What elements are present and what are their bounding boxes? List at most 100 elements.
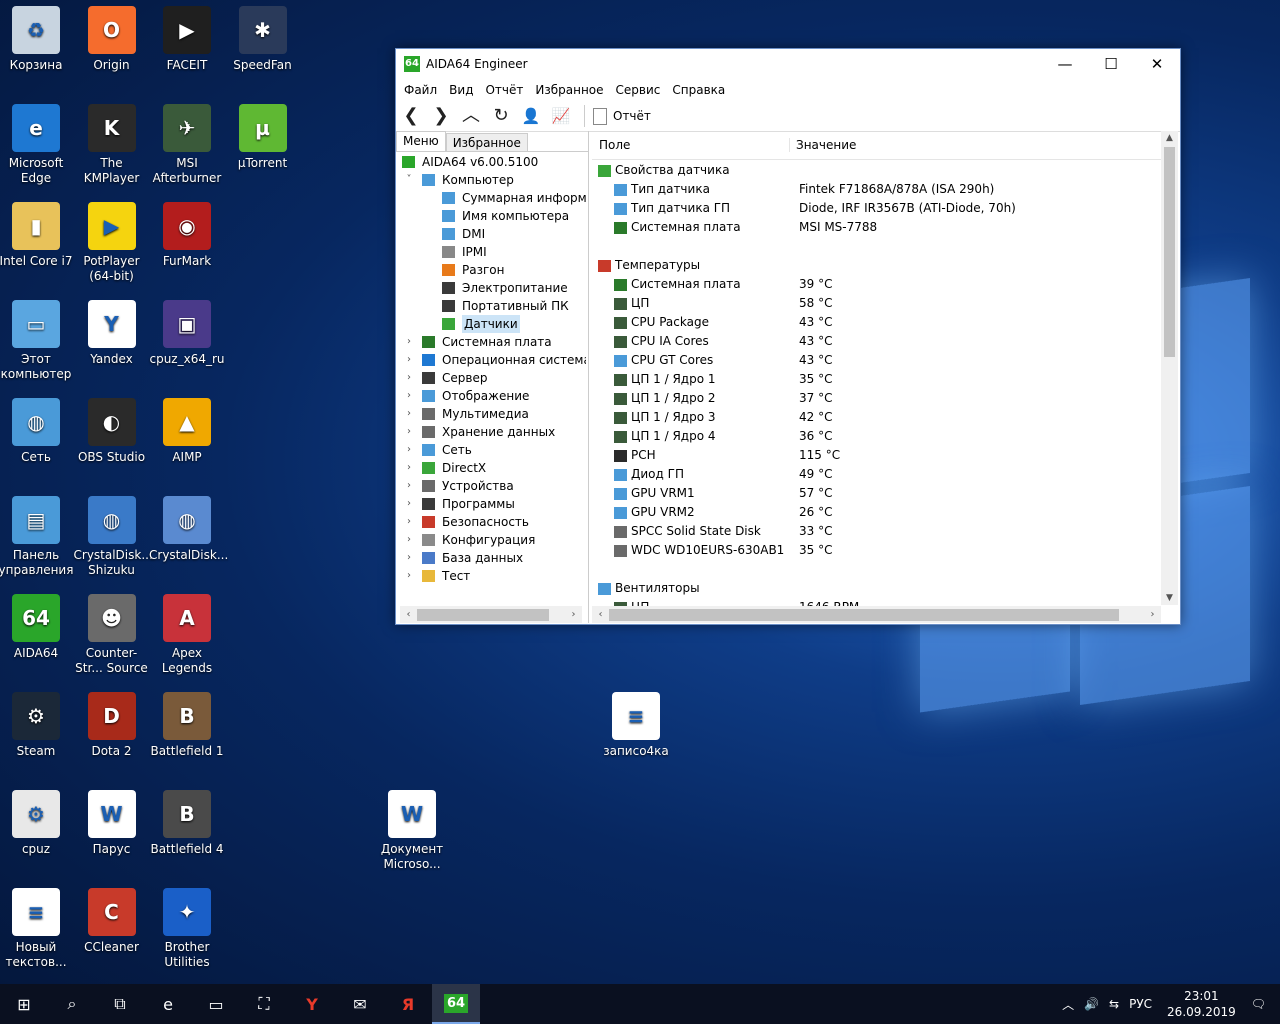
sensor-row[interactable]: GPU VRM1 57 °C	[592, 484, 1162, 503]
desktop-icon[interactable]: ≡ записо4ка	[598, 692, 674, 759]
tree-item[interactable]: IPMI	[396, 243, 586, 261]
scroll-right-icon[interactable]: ›	[1144, 609, 1161, 620]
scroll-thumb[interactable]	[417, 608, 549, 621]
desktop-icon[interactable]: W Документ Microso...	[374, 790, 450, 872]
user-icon[interactable]: 👤	[516, 103, 546, 129]
tree-expander-icon[interactable]: ›	[404, 351, 414, 369]
sensor-row[interactable]: ЦП 1 / Ядро 2 37 °C	[592, 389, 1162, 408]
section-header[interactable]: Температуры	[592, 256, 1162, 275]
desktop-icon[interactable]: C CCleaner	[74, 888, 150, 955]
sensor-row[interactable]: Тип датчика Fintek F71868A/878A (ISA 290h…	[592, 180, 1162, 199]
taskbar-store[interactable]: ⛶	[240, 984, 288, 1024]
scroll-up-icon[interactable]: ▲	[1161, 133, 1178, 143]
desktop-icon[interactable]: K The KMPlayer	[74, 104, 150, 186]
taskbar-yandex-browser[interactable]: Y	[288, 984, 336, 1024]
back-button[interactable]: ❮	[396, 103, 426, 129]
taskbar-aida64[interactable]: 64	[432, 984, 480, 1024]
tree-item[interactable]: DMI	[396, 225, 586, 243]
tree-expander-icon[interactable]: ›	[404, 459, 414, 477]
desktop-icon[interactable]: W Парус	[74, 790, 150, 857]
desktop-icon[interactable]: ☻ Counter-Str... Source	[74, 594, 150, 676]
tree-item[interactable]: Электропитание	[396, 279, 586, 297]
tab-favorites[interactable]: Избранное	[445, 133, 528, 151]
minimize-button[interactable]: —	[1042, 49, 1088, 79]
desktop-icon[interactable]: ≡ Новый текстов...	[0, 888, 74, 970]
desktop-icon[interactable]: ▤ Панель управления	[0, 496, 74, 578]
desktop-icon[interactable]: ♻ Корзина	[0, 6, 74, 73]
tree-item[interactable]: ˅ Компьютер	[396, 171, 586, 189]
notification-icon[interactable]: 🗨	[1251, 997, 1266, 1011]
tree-expander-icon[interactable]: ›	[404, 387, 414, 405]
desktop-icon[interactable]: ✦ Brother Utilities	[149, 888, 225, 970]
tree-item[interactable]: › Программы	[396, 495, 586, 513]
desktop-icon[interactable]: µ µTorrent	[225, 104, 301, 171]
up-button[interactable]: ︿	[456, 103, 486, 129]
sensor-row[interactable]: ЦП 1 / Ядро 1 35 °C	[592, 370, 1162, 389]
sensor-row[interactable]: Диод ГП 49 °C	[592, 465, 1162, 484]
desktop-icon[interactable]: ▶ FACEIT	[149, 6, 225, 73]
tree-item[interactable]: › Мультимедиа	[396, 405, 586, 423]
menu-report[interactable]: Отчёт	[479, 83, 529, 97]
taskbar-yandex[interactable]: Я	[384, 984, 432, 1024]
tree-expander-icon[interactable]: ›	[404, 513, 414, 531]
clock[interactable]: 23:01 26.09.2019	[1167, 988, 1236, 1020]
tree-expander-icon[interactable]: ˅	[404, 171, 414, 189]
sensor-row[interactable]: GPU VRM2 26 °C	[592, 503, 1162, 522]
tree-expander-icon[interactable]: ›	[404, 549, 414, 567]
task-view-button[interactable]: ⧉	[96, 984, 144, 1024]
taskbar-mail[interactable]: ✉	[336, 984, 384, 1024]
tree-item[interactable]: AIDA64 v6.00.5100	[396, 153, 586, 171]
desktop-icon[interactable]: ▶ PotPlayer (64-bit)	[74, 202, 150, 284]
tree-expander-icon[interactable]: ›	[404, 567, 414, 585]
taskbar-explorer[interactable]: ▭	[192, 984, 240, 1024]
tree-item[interactable]: › Тест	[396, 567, 586, 585]
sensor-row[interactable]: CPU Package 43 °C	[592, 313, 1162, 332]
sensor-row[interactable]: PCH 115 °C	[592, 446, 1162, 465]
tree-item[interactable]: Разгон	[396, 261, 586, 279]
start-button[interactable]: ⊞	[0, 984, 48, 1024]
tree-expander-icon[interactable]: ›	[404, 405, 414, 423]
scroll-left-icon[interactable]: ‹	[592, 609, 609, 620]
close-button[interactable]: ✕	[1134, 49, 1180, 79]
scroll-left-icon[interactable]: ‹	[400, 609, 417, 620]
tray-chevron-icon[interactable]: ︿	[1062, 996, 1074, 1013]
volume-icon[interactable]: 🔊	[1084, 997, 1099, 1011]
desktop-icon[interactable]: ▣ cpuz_x64_ru	[149, 300, 225, 367]
tree-item[interactable]: › Отображение	[396, 387, 586, 405]
tree-expander-icon[interactable]: ›	[404, 441, 414, 459]
taskbar-edge[interactable]: e	[144, 984, 192, 1024]
desktop-icon[interactable]: B Battlefield 4	[149, 790, 225, 857]
section-header[interactable]: Вентиляторы	[592, 579, 1162, 598]
tree-item[interactable]: Датчики	[396, 315, 586, 333]
report-button[interactable]: Отчёт	[593, 107, 651, 125]
tree-item[interactable]: › Конфигурация	[396, 531, 586, 549]
title-bar[interactable]: 64 AIDA64 Engineer — ☐ ✕	[396, 49, 1180, 79]
tree-item[interactable]: › Сеть	[396, 441, 586, 459]
network-icon[interactable]: ⇆	[1109, 997, 1119, 1011]
tree-item[interactable]: › Устройства	[396, 477, 586, 495]
tree-item[interactable]: › Безопасность	[396, 513, 586, 531]
column-field[interactable]: Поле	[592, 138, 790, 152]
tree-horizontal-scrollbar[interactable]: ‹ ›	[400, 606, 582, 623]
scroll-down-icon[interactable]: ▼	[1161, 593, 1178, 603]
desktop-icon[interactable]: B Battlefield 1	[149, 692, 225, 759]
desktop-icon[interactable]: ◉ FurMark	[149, 202, 225, 269]
tree-item[interactable]: › Операционная система	[396, 351, 586, 369]
desktop-icon[interactable]: ⚙ cpuz	[0, 790, 74, 857]
refresh-button[interactable]: ↻	[486, 103, 516, 129]
tree-expander-icon[interactable]: ›	[404, 477, 414, 495]
sensor-row[interactable]: ЦП 1 / Ядро 4 36 °C	[592, 427, 1162, 446]
tree-item[interactable]: Суммарная информа	[396, 189, 586, 207]
menu-help[interactable]: Справка	[666, 83, 731, 97]
tree-item[interactable]: › Хранение данных	[396, 423, 586, 441]
column-value[interactable]: Значение	[790, 138, 856, 152]
details-vertical-scrollbar[interactable]: ▲ ▼	[1161, 131, 1178, 605]
tree-expander-icon[interactable]: ›	[404, 423, 414, 441]
section-header[interactable]: Свойства датчика	[592, 161, 1162, 180]
desktop-icon[interactable]: e Microsoft Edge	[0, 104, 74, 186]
menu-file[interactable]: Файл	[398, 83, 443, 97]
scroll-right-icon[interactable]: ›	[565, 609, 582, 620]
sensor-row[interactable]: Системная плата 39 °C	[592, 275, 1162, 294]
menu-view[interactable]: Вид	[443, 83, 479, 97]
desktop-icon[interactable]: ◍ CrystalDisk...	[149, 496, 228, 563]
